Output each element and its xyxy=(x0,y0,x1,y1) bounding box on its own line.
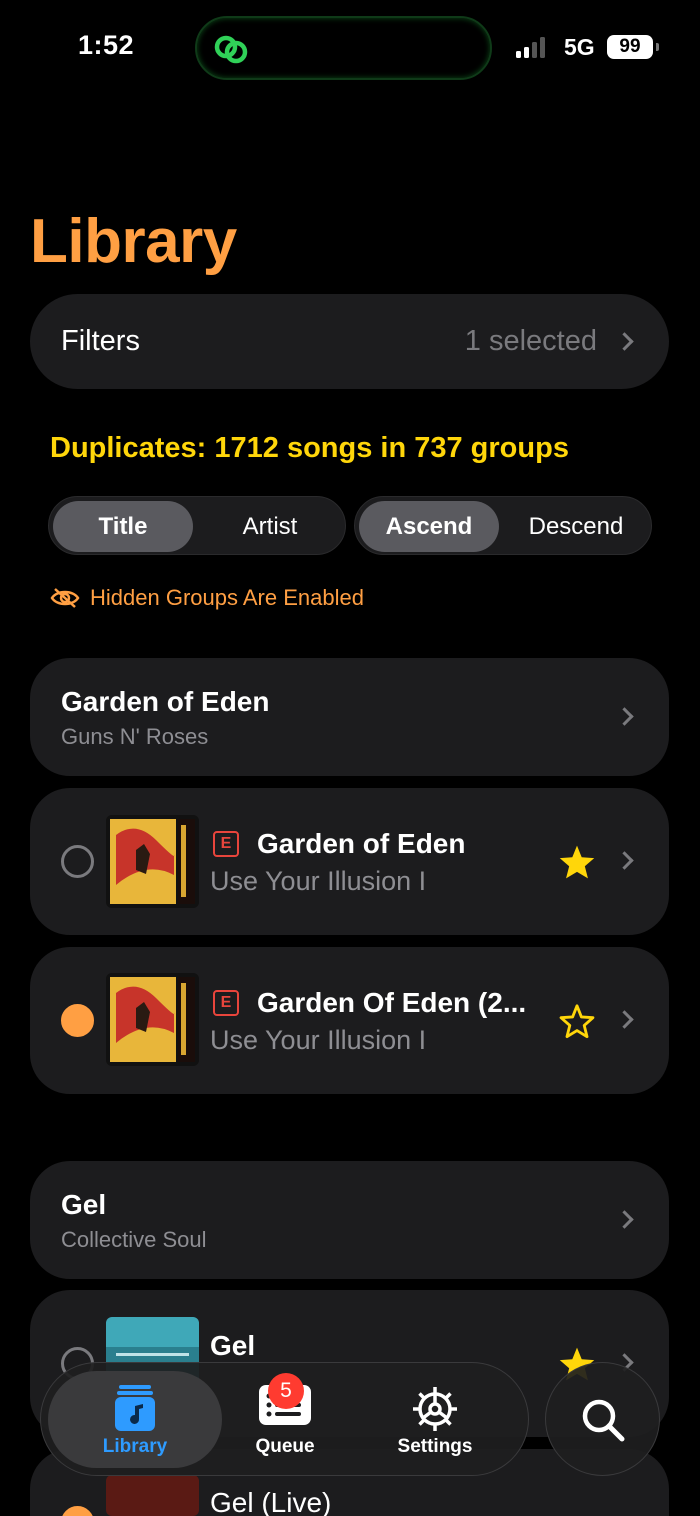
group-artist: Guns N' Roses xyxy=(61,724,209,749)
tab-queue-label: Queue xyxy=(255,1436,315,1457)
chevron-right-icon xyxy=(615,332,634,351)
select-radio-selected[interactable] xyxy=(61,1004,94,1037)
group-header[interactable]: Gel Collective Soul xyxy=(30,1161,669,1279)
filters-label: Filters xyxy=(61,325,140,357)
tab-library[interactable]: Library xyxy=(48,1371,222,1468)
song-row[interactable]: E Garden of Eden Use Your Illusion I xyxy=(30,788,669,935)
group-artist: Collective Soul xyxy=(61,1227,207,1252)
explicit-badge: E xyxy=(213,990,239,1016)
album-art xyxy=(106,973,199,1066)
hidden-groups-text: Hidden Groups Are Enabled xyxy=(90,585,364,610)
chevron-right-icon xyxy=(615,707,634,726)
explicit-badge: E xyxy=(213,831,239,857)
battery-icon: 99 xyxy=(607,35,659,59)
filters-value: 1 selected xyxy=(464,325,597,357)
star-filled-icon[interactable] xyxy=(558,844,596,880)
star-outline-icon[interactable] xyxy=(558,1003,596,1039)
song-title: Garden of Eden xyxy=(257,828,466,859)
status-time: 1:52 xyxy=(78,30,135,60)
chevron-right-icon xyxy=(615,1010,634,1029)
tab-library-label: Library xyxy=(102,1436,168,1457)
tab-settings-label: Settings xyxy=(397,1436,473,1457)
song-title: Gel xyxy=(210,1330,256,1361)
music-note-icon xyxy=(115,1385,155,1431)
select-radio[interactable] xyxy=(61,845,94,878)
select-radio-selected[interactable] xyxy=(61,1506,94,1516)
chevron-right-icon xyxy=(615,851,634,870)
song-album: Use Your Illusion I xyxy=(210,866,427,896)
search-button[interactable] xyxy=(545,1362,660,1476)
song-album: Use Your Illusion I xyxy=(210,1025,427,1055)
album-art xyxy=(106,1475,199,1516)
queue-count-badge: 5 xyxy=(268,1373,304,1409)
song-row[interactable]: E Garden Of Eden (2... Use Your Illusion… xyxy=(30,947,669,1094)
dynamic-island[interactable] xyxy=(195,16,492,80)
network-type: 5G xyxy=(564,34,595,60)
song-title: Gel (Live) xyxy=(210,1487,332,1516)
signal-icon xyxy=(516,36,545,58)
hidden-groups-notice[interactable]: Hidden Groups Are Enabled xyxy=(50,585,364,611)
search-icon xyxy=(582,1399,625,1442)
album-art xyxy=(106,815,199,908)
filters-row[interactable]: Filters 1 selected xyxy=(30,294,669,389)
sort-ascend-option[interactable]: Ascend xyxy=(359,501,499,552)
sort-by-control[interactable]: Title Artist xyxy=(48,496,346,555)
eye-slash-icon xyxy=(50,588,80,608)
gear-icon xyxy=(413,1387,457,1431)
link-activity-icon xyxy=(214,35,248,64)
sort-title-option[interactable]: Title xyxy=(53,501,193,552)
chevron-right-icon xyxy=(615,1210,634,1229)
group-title: Garden of Eden xyxy=(61,686,270,717)
sort-order-control[interactable]: Ascend Descend xyxy=(354,496,652,555)
tab-settings[interactable]: Settings xyxy=(348,1371,522,1468)
page-title: Library xyxy=(30,207,237,276)
sort-artist-option[interactable]: Artist xyxy=(199,501,341,552)
group-title: Gel xyxy=(61,1189,107,1220)
song-title: Garden Of Eden (2... xyxy=(257,987,527,1018)
sort-descend-option[interactable]: Descend xyxy=(503,501,649,552)
group-header[interactable]: Garden of Eden Guns N' Roses xyxy=(30,658,669,776)
duplicates-summary: Duplicates: 1712 songs in 737 groups xyxy=(50,432,569,464)
